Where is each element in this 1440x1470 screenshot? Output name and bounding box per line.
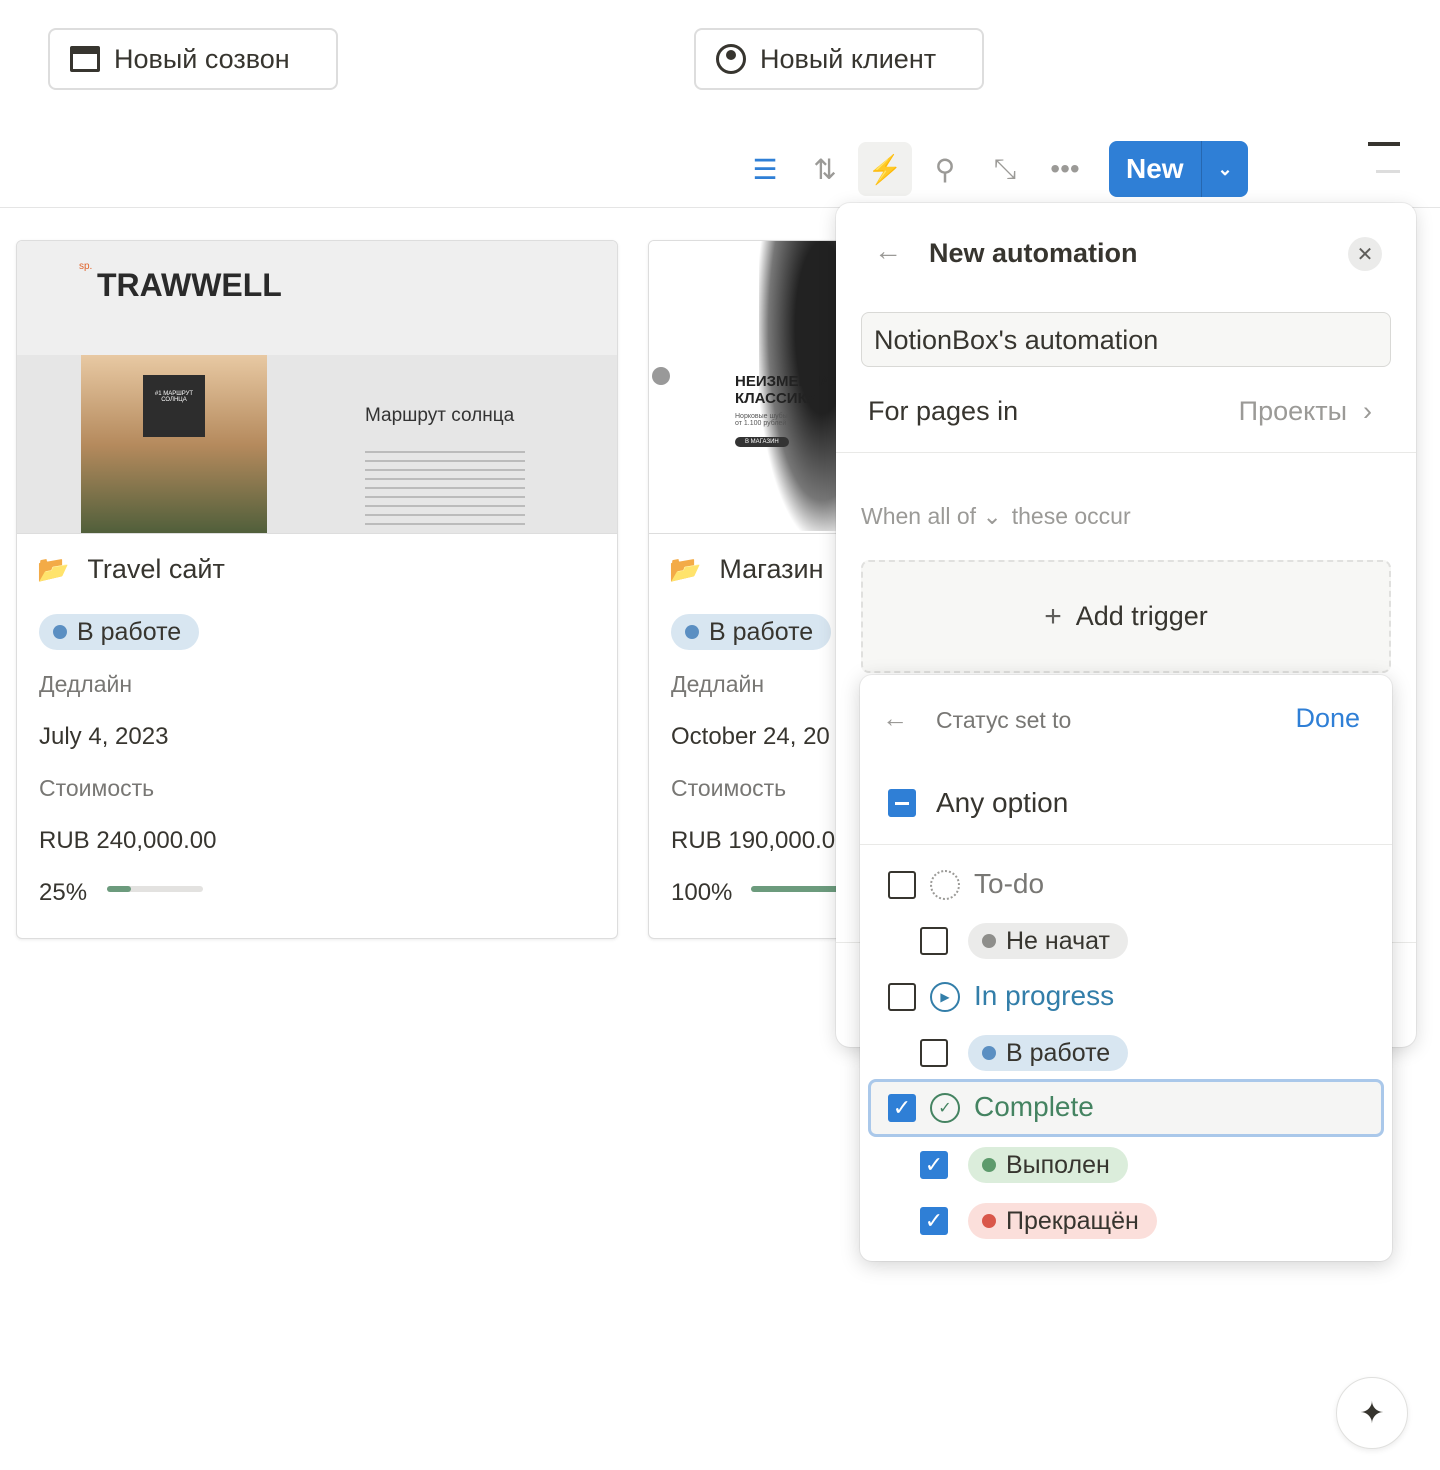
popup-title: Статус set to (936, 707, 1072, 733)
card-title[interactable]: 📂 Travel сайт (37, 554, 225, 585)
status-badge: В работе (671, 614, 832, 650)
chevron-down-icon: ⌄ (982, 503, 1002, 529)
when-prefix: When all of (861, 503, 977, 529)
deadline-value: October 24, 20 (671, 723, 830, 750)
option-checkbox[interactable] (920, 1039, 948, 1067)
option-prekrashchen: Прекращён (968, 1203, 1157, 1239)
group-label: To-do (974, 868, 1045, 899)
for-pages-value: Проекты (1238, 396, 1347, 426)
done-button[interactable]: Done (1295, 703, 1360, 734)
status-filter-popup: ← Статус set to Done Any option To-do Не… (860, 675, 1392, 1261)
deadline-label: Дедлайн (671, 671, 765, 697)
check-circle-icon: ✓ (930, 1093, 960, 1123)
thumb-heading: НЕИЗМЕННАЯ КЛАССИКА (735, 373, 842, 407)
ai-sparkle-icon[interactable]: ✦ (1336, 1377, 1408, 1449)
divider (860, 844, 1392, 845)
option-label: В работе (1006, 1038, 1111, 1067)
new-call-button[interactable]: Новый созвон (48, 28, 338, 90)
user-circle-icon (716, 44, 746, 74)
new-label: New (1126, 153, 1184, 184)
outline-line-icon (1376, 170, 1400, 173)
status-text: В работе (709, 617, 814, 646)
option-label: Не начат (1006, 926, 1110, 955)
expand-icon[interactable]: ⤡ (978, 142, 1032, 196)
logo-prefix: sp. (79, 261, 93, 272)
chevron-down-icon[interactable]: ⌄ (1201, 141, 1248, 197)
option-vypolen: Выполен (968, 1147, 1128, 1183)
when-mode-select[interactable]: When all of ⌄ (861, 503, 1002, 530)
status-badge: В работе (39, 614, 200, 650)
project-card[interactable]: sp. TRAWWELL #1 МАРШРУТ СОЛНЦА Маршрут с… (16, 240, 618, 939)
option-v-rabote: В работе (968, 1035, 1129, 1071)
logo: TRAWWELL (97, 267, 282, 303)
progress-bar (751, 886, 847, 892)
status-text: В работе (77, 617, 182, 646)
new-call-label: Новый созвон (114, 43, 290, 74)
more-icon[interactable]: ••• (1038, 142, 1092, 196)
card-title-text: Магазин (719, 554, 824, 584)
deadline-value: July 4, 2023 (39, 723, 169, 750)
search-icon[interactable]: ⚲ (918, 142, 972, 196)
option-checkbox[interactable] (920, 927, 948, 955)
any-option-checkbox[interactable] (888, 789, 916, 817)
panel-title: New automation (929, 238, 1138, 268)
folder-icon: 📂 (37, 554, 70, 584)
progress-bar (107, 886, 203, 892)
option-ne-nachat: Не начат (968, 923, 1128, 959)
option-checkbox[interactable]: ✓ (920, 1207, 948, 1235)
progress-text: 100% (671, 879, 733, 906)
folder-icon: 📂 (669, 554, 702, 584)
photo-badge: #1 МАРШРУТ СОЛНЦА (143, 375, 205, 437)
option-checkbox[interactable]: ✓ (920, 1151, 948, 1179)
plus-icon: + (1044, 599, 1062, 633)
any-option-label: Any option (936, 787, 1069, 818)
thumb-heading: Маршрут солнца (365, 405, 515, 426)
deadline-label: Дедлайн (39, 671, 133, 697)
group-label: Complete (974, 1091, 1094, 1122)
thumb-sub: Норковые шубы от 1.100 рублей (735, 413, 788, 427)
sort-icon[interactable]: ⇅ (798, 142, 852, 196)
lightning-icon[interactable]: ⚡ (858, 142, 912, 196)
complete-group-checkbox[interactable]: ✓ (888, 1094, 916, 1122)
cost-label: Стоимость (39, 775, 155, 801)
filter-icon[interactable]: ☰ (738, 142, 792, 196)
chevron-right-icon: › (1363, 396, 1372, 426)
group-label: In progress (974, 980, 1115, 1011)
thumb-button: В МАГАЗИН (735, 437, 789, 447)
progress-text: 25% (39, 879, 88, 906)
close-icon[interactable]: ✕ (1348, 237, 1382, 271)
progress-fill (107, 886, 131, 892)
play-circle-icon: ▶ (930, 982, 960, 1012)
add-trigger-button[interactable]: + Add trigger (861, 560, 1391, 673)
add-trigger-label: Add trigger (1075, 601, 1208, 631)
automation-name-input[interactable]: NotionBox's automation (861, 312, 1391, 367)
cost-label: Стоимость (671, 775, 787, 801)
new-client-button[interactable]: Новый клиент (694, 28, 984, 90)
back-arrow-icon[interactable]: ← (882, 703, 908, 734)
divider (836, 452, 1416, 453)
todo-group-checkbox[interactable] (888, 871, 916, 899)
calendar-icon (70, 46, 100, 72)
carousel-prev-icon (652, 367, 670, 385)
option-label: Прекращён (1006, 1206, 1139, 1235)
when-suffix: these occur (1011, 503, 1131, 529)
card-title[interactable]: 📂 Магазин (669, 554, 824, 585)
card-cover-image: sp. TRAWWELL #1 МАРШРУТ СОЛНЦА Маршрут с… (17, 241, 617, 534)
new-button[interactable]: New ⌄ (1109, 141, 1248, 197)
card-title-text: Travel сайт (87, 554, 225, 584)
back-arrow-icon[interactable]: ← (874, 235, 902, 267)
todo-circle-icon (930, 870, 960, 900)
option-label: Выполен (1006, 1150, 1110, 1179)
inprogress-group-checkbox[interactable] (888, 983, 916, 1011)
progress-fill (751, 886, 847, 892)
for-pages-label: For pages in (868, 396, 1019, 426)
when-condition: When all of ⌄ these occur (861, 503, 1131, 530)
cost-value: RUB 190,000.0 (671, 827, 836, 854)
cost-value: RUB 240,000.00 (39, 827, 217, 854)
new-client-label: Новый клиент (760, 43, 937, 74)
outline-line-icon[interactable] (1368, 142, 1400, 146)
for-pages-select[interactable]: Проекты › (1239, 396, 1372, 427)
